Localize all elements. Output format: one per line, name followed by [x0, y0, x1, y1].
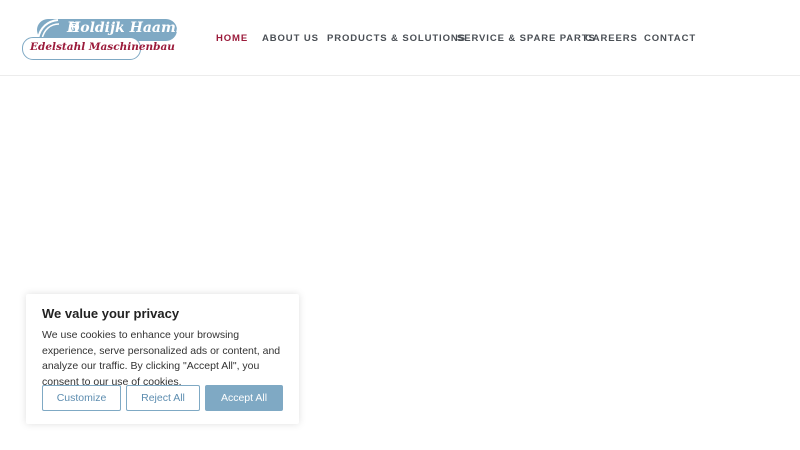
customize-button[interactable]: Customize [42, 385, 121, 411]
logo-tagline: Edelstahl Maschinenbau [30, 41, 175, 53]
nav-item-contact[interactable]: CONTACT [644, 33, 696, 44]
nav-item-service-spare-parts[interactable]: SERVICE & SPARE PARTS [457, 33, 596, 44]
nav-item-careers[interactable]: CAREERS [585, 33, 638, 44]
reject-all-button[interactable]: Reject All [126, 385, 200, 411]
registered-mark: ® [67, 20, 81, 36]
nav-item-products-solutions[interactable]: PRODUCTS & SOLUTIONS [327, 33, 466, 44]
accept-all-button[interactable]: Accept All [205, 385, 283, 411]
nav-item-home[interactable]: HOME [216, 33, 248, 44]
logo-brand-name: Holdijk Haamberg [67, 20, 212, 36]
cookie-consent-banner: We value your privacy We use cookies to … [26, 294, 299, 424]
cookie-description: We use cookies to enhance your browsing … [42, 329, 281, 388]
cookie-title: We value your privacy [42, 306, 180, 321]
site-header: Holdijk Haamberg ® Edelstahl Maschinenba… [0, 0, 800, 76]
nav-item-about-us[interactable]: ABOUT US [262, 33, 319, 44]
logo-tagline-banner: Edelstahl Maschinenbau [22, 37, 175, 60]
site-logo[interactable]: Holdijk Haamberg ® Edelstahl Maschinenba… [20, 17, 212, 61]
